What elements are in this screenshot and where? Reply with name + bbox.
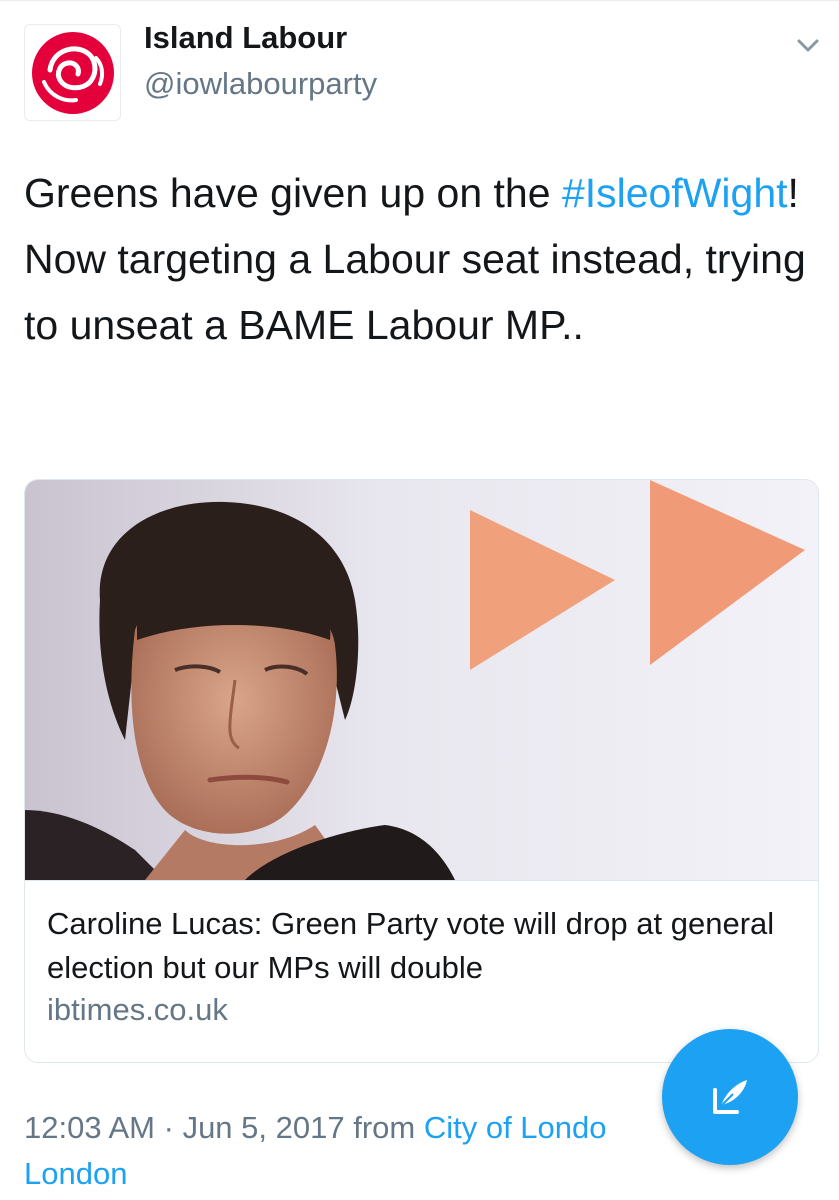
labour-rose-logo-icon (31, 31, 114, 114)
chevron-down-icon (797, 39, 819, 52)
tweet-date: Jun 5, 2017 (182, 1110, 345, 1145)
location-link[interactable]: City of Londo (424, 1110, 607, 1145)
tweet-text-start: Greens have given up on the (24, 170, 562, 216)
card-domain: ibtimes.co.uk (47, 992, 228, 1027)
card-divider (25, 880, 818, 881)
from-label: from (353, 1110, 416, 1145)
card-title[interactable]: Caroline Lucas: Green Party vote will dr… (47, 902, 787, 990)
user-handle[interactable]: @iowlabourparty (144, 66, 377, 102)
hashtag-link[interactable]: #IsleofWight (562, 170, 788, 216)
compose-tweet-icon (713, 1080, 747, 1114)
tweet-text: Greens have given up on the #IsleofWight… (24, 160, 814, 358)
card-thumbnail-image (25, 480, 818, 880)
compose-tweet-button[interactable] (662, 1029, 798, 1165)
location-link-continued[interactable]: London (24, 1156, 127, 1191)
meta-separator: · (163, 1110, 174, 1145)
display-name[interactable]: Island Labour (144, 20, 347, 56)
tweet-time: 12:03 AM (24, 1110, 155, 1145)
tweet-menu-button[interactable] (790, 28, 826, 64)
top-divider (0, 0, 839, 1)
avatar[interactable] (24, 24, 121, 121)
link-card[interactable]: Caroline Lucas: Green Party vote will dr… (24, 479, 819, 1063)
